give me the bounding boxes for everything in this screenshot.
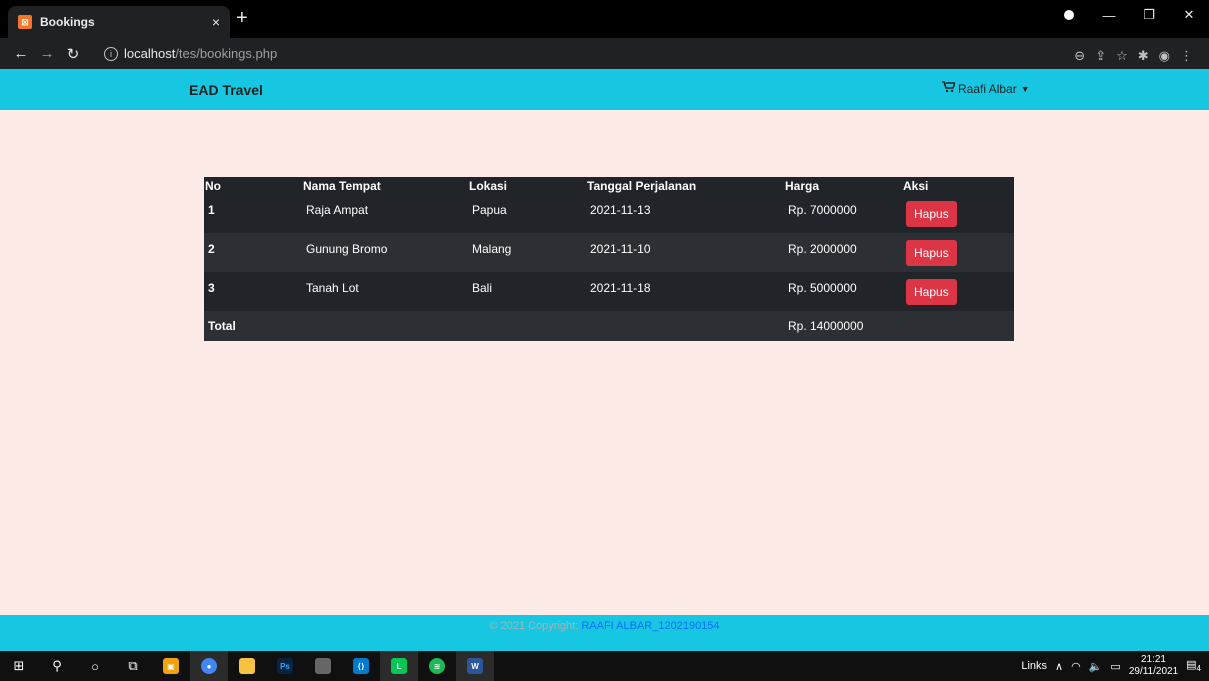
caret-down-icon: ▼ (1020, 83, 1030, 94)
task-view-icon[interactable]: ⧉ (114, 651, 152, 681)
chrome-icon[interactable]: ● (190, 651, 228, 681)
file-explorer-icon[interactable] (228, 651, 266, 681)
profile-indicator-icon[interactable] (1049, 8, 1089, 23)
hapus-button[interactable]: Hapus (906, 240, 957, 266)
time: 21:21 (1140, 654, 1166, 665)
minimize-icon[interactable]: — (1089, 8, 1129, 23)
notification-count: 4 (1196, 664, 1201, 674)
menu-kebab-icon[interactable]: ⋮ (1180, 48, 1193, 64)
cell-tanggal: 2021-11-13 (590, 203, 651, 217)
cell-aksi: Hapus (902, 272, 1014, 311)
windows-taskbar: ⊞ ⚲ ○ ⧉ ▣ ● Ps ⟨⟩ L ≋ W Links ∧ ◠ 🔈 ▭ 21… (0, 651, 1209, 681)
user-name: Raafi Albar (958, 81, 1017, 96)
total-empty-cell (902, 311, 1014, 341)
cell-lokasi: Malang (472, 242, 512, 256)
extensions-icon[interactable]: ✱ (1138, 48, 1149, 64)
cell-lokasi: Bali (472, 281, 493, 295)
date: 29/11/2021 (1128, 666, 1179, 677)
header-harga: Harga (785, 178, 820, 193)
header-tanggal: Tanggal Perjalanan (587, 178, 697, 193)
site-navbar: EAD Travel Raafi Albar ▼ (0, 69, 1209, 110)
links-toolbar[interactable]: Links (1021, 660, 1047, 672)
url-path: /tes/bookings.php (175, 46, 278, 61)
address-bar-tools: ⊖ ⇪ ☆ ✱ ◉ ⋮ (1074, 48, 1193, 64)
cortana-icon[interactable]: ○ (76, 651, 114, 681)
site-footer: © 2021 Copyright: RAAFI ALBAR_1202190154 (0, 615, 1209, 651)
cell-aksi: Hapus (902, 194, 1014, 233)
chevron-up-icon[interactable]: ∧ (1055, 660, 1063, 673)
forward-icon[interactable]: → (34, 45, 60, 62)
header-nama-tempat: Nama Tempat (303, 178, 381, 193)
header-no: No (205, 178, 221, 193)
spotify-icon[interactable]: ≋ (418, 651, 456, 681)
xampp-icon: ⊠ (18, 15, 32, 29)
copyright-text: © 2021 Copyright: RAAFI ALBAR_1202190154 (0, 620, 1209, 632)
browser-toolbar: ← → ↻ i localhost/tes/bookings.php ⊖ ⇪ ☆… (0, 38, 1209, 69)
table-row: 3 Tanah Lot Bali 2021-11-18 Rp. 5000000 … (204, 272, 1014, 311)
share-icon[interactable]: ⇪ (1095, 48, 1106, 64)
browser-tabstrip: ⊠ Bookings × + — ❐ ✕ (0, 0, 1209, 38)
photoshop-icon[interactable]: Ps (266, 651, 304, 681)
notification-icon[interactable]: ▤4 (1186, 658, 1201, 673)
cell-harga: Rp. 5000000 (788, 281, 857, 295)
battery-icon[interactable]: ▭ (1110, 660, 1120, 673)
browser-tab[interactable]: ⊠ Bookings × (8, 6, 230, 38)
table-row: 1 Raja Ampat Papua 2021-11-13 Rp. 700000… (204, 194, 1014, 233)
windows-start-icon[interactable]: ⊞ (0, 651, 38, 681)
cell-nama: Gunung Bromo (306, 242, 388, 256)
cart-icon[interactable] (942, 81, 957, 96)
cell-nama: Raja Ampat (306, 203, 369, 217)
user-dropdown[interactable]: Raafi Albar ▼ (942, 81, 1030, 96)
system-tray: Links ∧ ◠ 🔈 ▭ 21:21 29/11/2021 ▤4 (1021, 651, 1201, 681)
table-header-row: No Nama Tempat Lokasi Tanggal Perjalanan… (204, 177, 1014, 194)
profile-avatar-icon[interactable]: ◉ (1159, 48, 1170, 64)
store-icon[interactable]: ▣ (152, 651, 190, 681)
cell-harga: Rp. 7000000 (788, 203, 857, 217)
total-label: Total (208, 319, 236, 333)
line-icon[interactable]: L (380, 651, 418, 681)
total-value: Rp. 14000000 (788, 319, 864, 333)
back-icon[interactable]: ← (8, 45, 34, 62)
bookings-table: No Nama Tempat Lokasi Tanggal Perjalanan… (204, 177, 1014, 341)
restore-icon[interactable]: ❐ (1129, 7, 1169, 23)
table-row: 2 Gunung Bromo Malang 2021-11-10 Rp. 200… (204, 233, 1014, 272)
url-host: localhost (124, 46, 176, 61)
app-icon[interactable] (304, 651, 342, 681)
hapus-button[interactable]: Hapus (906, 279, 957, 305)
cell-nama: Tanah Lot (306, 281, 359, 295)
search-icon[interactable]: ⚲ (38, 651, 76, 681)
bookmark-star-icon[interactable]: ☆ (1116, 48, 1128, 64)
site-info-icon[interactable]: i (104, 46, 118, 61)
header-lokasi: Lokasi (469, 178, 508, 193)
total-row: Total Rp. 14000000 (204, 311, 1014, 341)
word-icon[interactable]: W (456, 651, 494, 681)
vscode-icon[interactable]: ⟨⟩ (342, 651, 380, 681)
tab-title: Bookings (40, 15, 95, 29)
cell-no: 3 (208, 281, 215, 295)
window-controls: — ❐ ✕ (1049, 0, 1209, 30)
author-link[interactable]: RAAFI ALBAR_1202190154 (581, 620, 719, 632)
zoom-icon[interactable]: ⊖ (1074, 48, 1085, 64)
brand-link[interactable]: EAD Travel (189, 82, 263, 98)
clock[interactable]: 21:21 29/11/2021 (1129, 654, 1178, 678)
close-window-icon[interactable]: ✕ (1169, 7, 1209, 23)
bookings-table-container: No Nama Tempat Lokasi Tanggal Perjalanan… (204, 177, 1014, 341)
network-icon[interactable]: ◠ (1071, 660, 1081, 673)
cell-harga: Rp. 2000000 (788, 242, 857, 256)
cell-no: 2 (208, 242, 215, 256)
reload-icon[interactable]: ↻ (60, 45, 86, 63)
cell-no: 1 (208, 203, 215, 217)
volume-icon[interactable]: 🔈 (1089, 660, 1103, 673)
hapus-button[interactable]: Hapus (906, 201, 957, 227)
cell-aksi: Hapus (902, 233, 1014, 272)
address-bar[interactable]: i localhost/tes/bookings.php ⊖ ⇪ ☆ ✱ ◉ ⋮ (104, 42, 1203, 65)
cell-lokasi: Papua (472, 203, 507, 217)
new-tab-button[interactable]: + (236, 8, 248, 28)
cell-tanggal: 2021-11-18 (590, 281, 651, 295)
copyright-label: © 2021 Copyright: (489, 620, 582, 632)
cell-tanggal: 2021-11-10 (590, 242, 651, 256)
header-aksi: Aksi (903, 178, 929, 193)
close-tab-icon[interactable]: × (212, 14, 220, 30)
